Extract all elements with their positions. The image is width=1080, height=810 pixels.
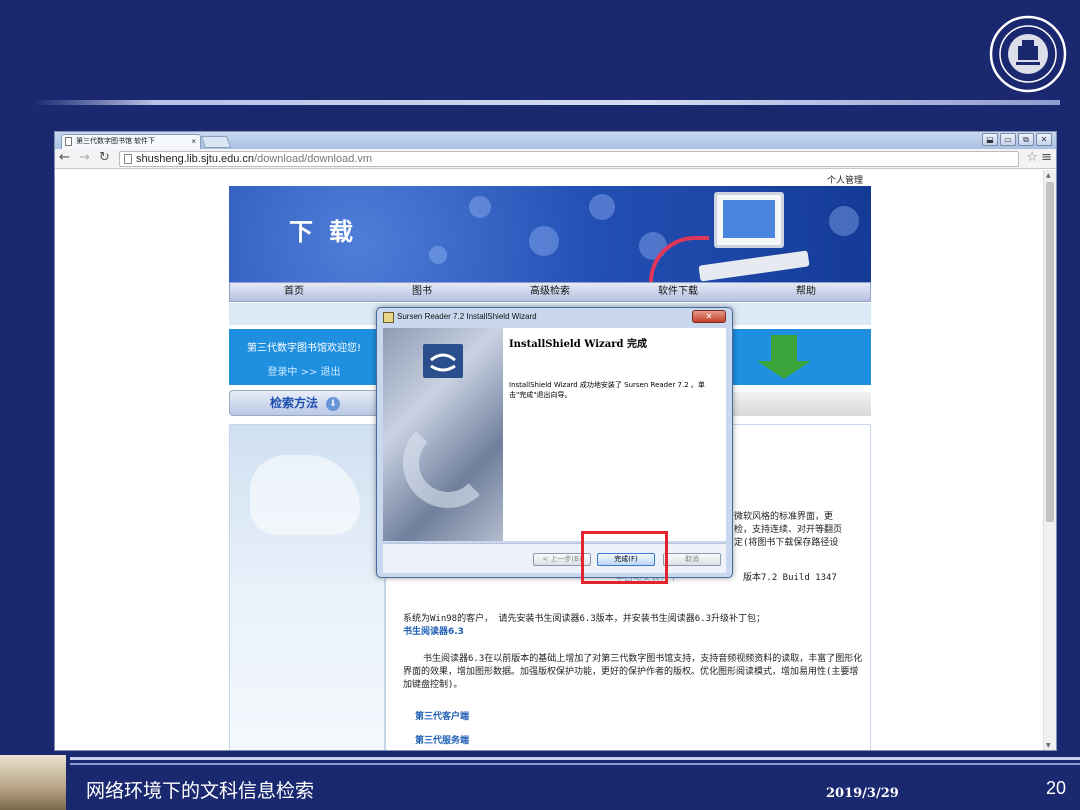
scroll-down-icon[interactable]: ▼ [1046, 742, 1051, 749]
window-close-button[interactable]: ✕ [1036, 133, 1052, 146]
tab-title: 第三代数字图书馆 软件下 [76, 138, 155, 145]
campus-photo [0, 755, 66, 810]
dialog-footer: < 上一步(B) 完成(F) 取消 [383, 543, 726, 573]
dialog-close-button[interactable]: ✕ [692, 310, 726, 323]
search-method-button[interactable]: 检索方法 ⇓ [229, 390, 379, 416]
right-header-bar [729, 392, 871, 416]
scroll-up-icon[interactable]: ▲ [1046, 172, 1051, 179]
window-controls: ⬓ ▭ ⧉ ✕ [982, 133, 1052, 146]
computer-icon [714, 192, 784, 248]
back-arrow-icon[interactable]: ← [59, 150, 70, 165]
browser-tab-bar: 第三代数字图书馆 软件下 × ⬓ ▭ ⧉ ✕ [55, 132, 1056, 149]
wizard-heading: InstallShield Wizard 完成 [509, 339, 647, 350]
win98-note: 系统为Win98的客户， 请先安装书生阅读器6.3版本，并安装书生阅读器6.3升… [403, 614, 766, 624]
page-icon [124, 154, 132, 164]
nav-advanced-search[interactable]: 高级检索 [486, 283, 614, 301]
install-wizard-dialog: Sursen Reader 7.2 InstallShield Wizard ✕… [376, 307, 733, 578]
reader63-description: 书生阅读器6.3在以前版本的基础上增加了对第三代数字图书馆支持，支持音频视频资料… [403, 654, 863, 690]
nav-help[interactable]: 帮助 [742, 283, 870, 301]
forward-arrow-icon[interactable]: → [79, 150, 90, 165]
scroll-thumb[interactable] [1046, 182, 1054, 522]
url-path: /download/download.vm [254, 153, 373, 165]
site-nav: 首页 图书 高级检索 软件下载 帮助 [229, 282, 871, 302]
new-tab-button[interactable] [200, 136, 232, 148]
reader63-link[interactable]: 书生阅读器6.3 [403, 626, 464, 639]
reload-icon[interactable]: ↻ [99, 150, 110, 165]
footer-title: 网络环境下的文科信息检索 [86, 780, 315, 802]
desc-fragment: 微软风格的标准界面，更 [734, 512, 834, 522]
welcome-text: 第三代数字图书馆欢迎您! [246, 343, 361, 354]
slide-title-rule [32, 100, 1060, 105]
download-arrow-icon [771, 335, 797, 363]
browser-menu-icon[interactable]: ≡ [1041, 150, 1052, 165]
page-scrollbar[interactable]: ▲ ▼ [1043, 170, 1056, 750]
wizard-side-image [383, 328, 503, 541]
installshield-logo-icon [423, 344, 463, 378]
university-seal-icon [988, 14, 1068, 94]
cancel-button[interactable]: 取消 [663, 553, 721, 566]
desc-fragment: 检，支持连续、对开等翻页 [734, 525, 843, 535]
minimize-button[interactable]: ▭ [1000, 133, 1016, 146]
login-status[interactable]: 登录中 >> 退出 [229, 363, 379, 378]
dialog-title: Sursen Reader 7.2 InstallShield Wizard [397, 312, 537, 321]
page-icon [65, 137, 72, 146]
dialog-body: InstallShield Wizard 完成 InstallShield Wi… [383, 328, 726, 541]
download-arrow-banner [729, 329, 871, 385]
welcome-box: 第三代数字图书馆欢迎您! 登录中 >> 退出 [229, 329, 379, 385]
nav-books[interactable]: 图书 [358, 283, 486, 301]
version-text: 版本7.2 Build 1347 [743, 573, 837, 583]
page-number: 20 [1046, 778, 1067, 798]
banner-title: 下载 [289, 217, 369, 246]
tab-close-icon[interactable]: × [191, 135, 196, 148]
browser-toolbar: ← → ↻ shusheng.lib.sjtu.edu.cn/download/… [55, 149, 1056, 169]
footer-rule [70, 763, 1080, 765]
download-banner: 下载 [229, 186, 871, 282]
keyboard-hand-image [229, 424, 385, 750]
address-bar[interactable]: shusheng.lib.sjtu.edu.cn/download/downlo… [119, 151, 1019, 167]
search-method-label: 检索方法 [270, 396, 319, 410]
client-link[interactable]: 第三代客户端 [415, 711, 469, 724]
dialog-titlebar[interactable]: Sursen Reader 7.2 InstallShield Wizard ✕ [377, 308, 732, 328]
chevron-down-icon: ⇓ [326, 397, 341, 411]
url-host: shusheng.lib.sjtu.edu.cn [136, 153, 255, 165]
restore-button[interactable]: ⧉ [1018, 133, 1034, 146]
footer-date: 2019/3/29 [826, 786, 899, 801]
user-icon[interactable]: ⬓ [982, 133, 998, 146]
installer-icon [383, 312, 394, 323]
footer-rule [70, 757, 1080, 760]
wizard-message: InstallShield Wizard 成功地安装了 Sursen Reade… [509, 381, 705, 399]
browser-tab[interactable]: 第三代数字图书馆 软件下 × [61, 134, 201, 149]
finish-highlight-box [581, 531, 668, 584]
personal-management-link[interactable]: 个人管理 [827, 173, 863, 186]
nav-software-download[interactable]: 软件下载 [614, 283, 742, 301]
bookmark-star-icon[interactable]: ☆ [1026, 150, 1038, 165]
desc-fragment: 定(将图书下载保存路径设 [734, 538, 839, 548]
keyboard-icon [698, 250, 810, 282]
server-link[interactable]: 第三代服务端 [415, 735, 469, 748]
nav-home[interactable]: 首页 [230, 283, 358, 301]
